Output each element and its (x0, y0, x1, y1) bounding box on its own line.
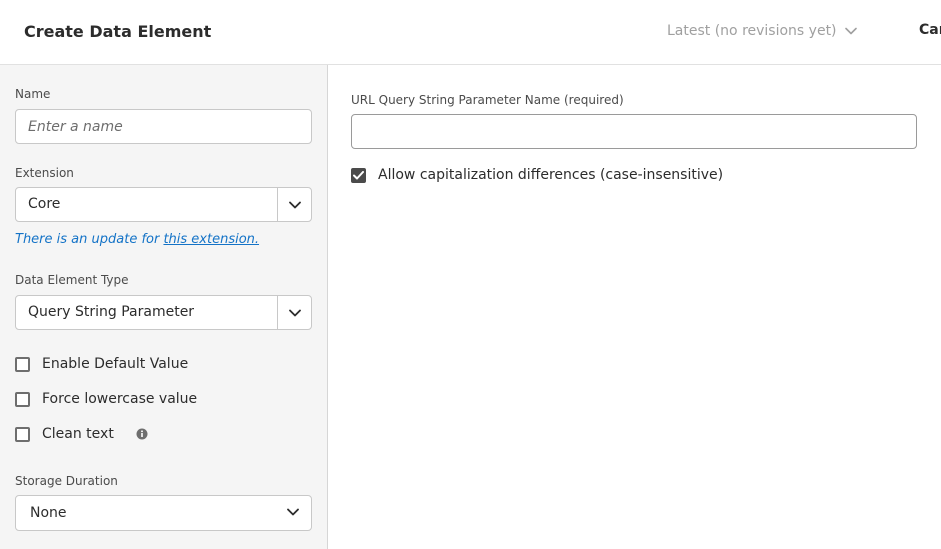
storage-duration-label: Storage Duration (15, 474, 118, 488)
force-lowercase-label: Force lowercase value (42, 391, 198, 407)
data-element-type-dropdown-toggle[interactable] (277, 296, 311, 329)
force-lowercase-checkbox[interactable] (15, 391, 30, 407)
page-title: Create Data Element (24, 22, 212, 41)
revision-label: Latest (no revisions yet) (667, 23, 837, 39)
query-param-input[interactable] (351, 114, 917, 149)
data-element-type-select[interactable]: Query String Parameter (15, 295, 312, 330)
checkmark-icon (353, 170, 364, 179)
extension-label: Extension (15, 166, 74, 180)
chevron-down-icon (844, 27, 857, 35)
clean-text-checkbox[interactable] (15, 426, 30, 442)
name-input[interactable] (15, 109, 312, 144)
extension-value: Core (28, 196, 61, 212)
name-label: Name (15, 87, 51, 101)
storage-duration-select[interactable]: None (15, 495, 312, 531)
case-insensitive-checkbox[interactable] (351, 167, 366, 183)
left-panel: Name Extension Core There is an update f… (0, 65, 328, 549)
enable-default-value-label: Enable Default Value (42, 356, 189, 372)
chevron-down-icon (287, 508, 299, 516)
chevron-down-icon (288, 309, 301, 316)
case-insensitive-option[interactable]: Allow capitalization differences (case-i… (351, 167, 723, 183)
data-element-type-label: Data Element Type (15, 273, 129, 287)
enable-default-value-checkbox[interactable] (15, 356, 30, 372)
storage-duration-value: None (30, 505, 67, 521)
cancel-button[interactable]: Car (919, 22, 941, 38)
revision-dropdown[interactable]: Latest (no revisions yet) (667, 23, 857, 39)
enable-default-value-option[interactable]: Enable Default Value (15, 356, 188, 372)
update-hint-text: There is an update for (15, 232, 164, 247)
data-element-type-value: Query String Parameter (28, 304, 195, 320)
clean-text-label: Clean text (42, 426, 114, 442)
extension-update-hint: There is an update for this extension. (15, 232, 259, 247)
header-bar: Create Data Element Latest (no revisions… (0, 0, 941, 65)
extension-update-link[interactable]: this extension. (163, 232, 259, 247)
case-insensitive-label: Allow capitalization differences (case-i… (378, 167, 724, 183)
query-param-label: URL Query String Parameter Name (require… (351, 93, 624, 107)
extension-dropdown-toggle[interactable] (277, 188, 311, 221)
clean-text-option[interactable]: Clean text (15, 426, 148, 442)
extension-select[interactable]: Core (15, 187, 312, 222)
chevron-down-icon (288, 201, 301, 208)
info-icon[interactable] (136, 428, 148, 440)
force-lowercase-option[interactable]: Force lowercase value (15, 391, 197, 407)
